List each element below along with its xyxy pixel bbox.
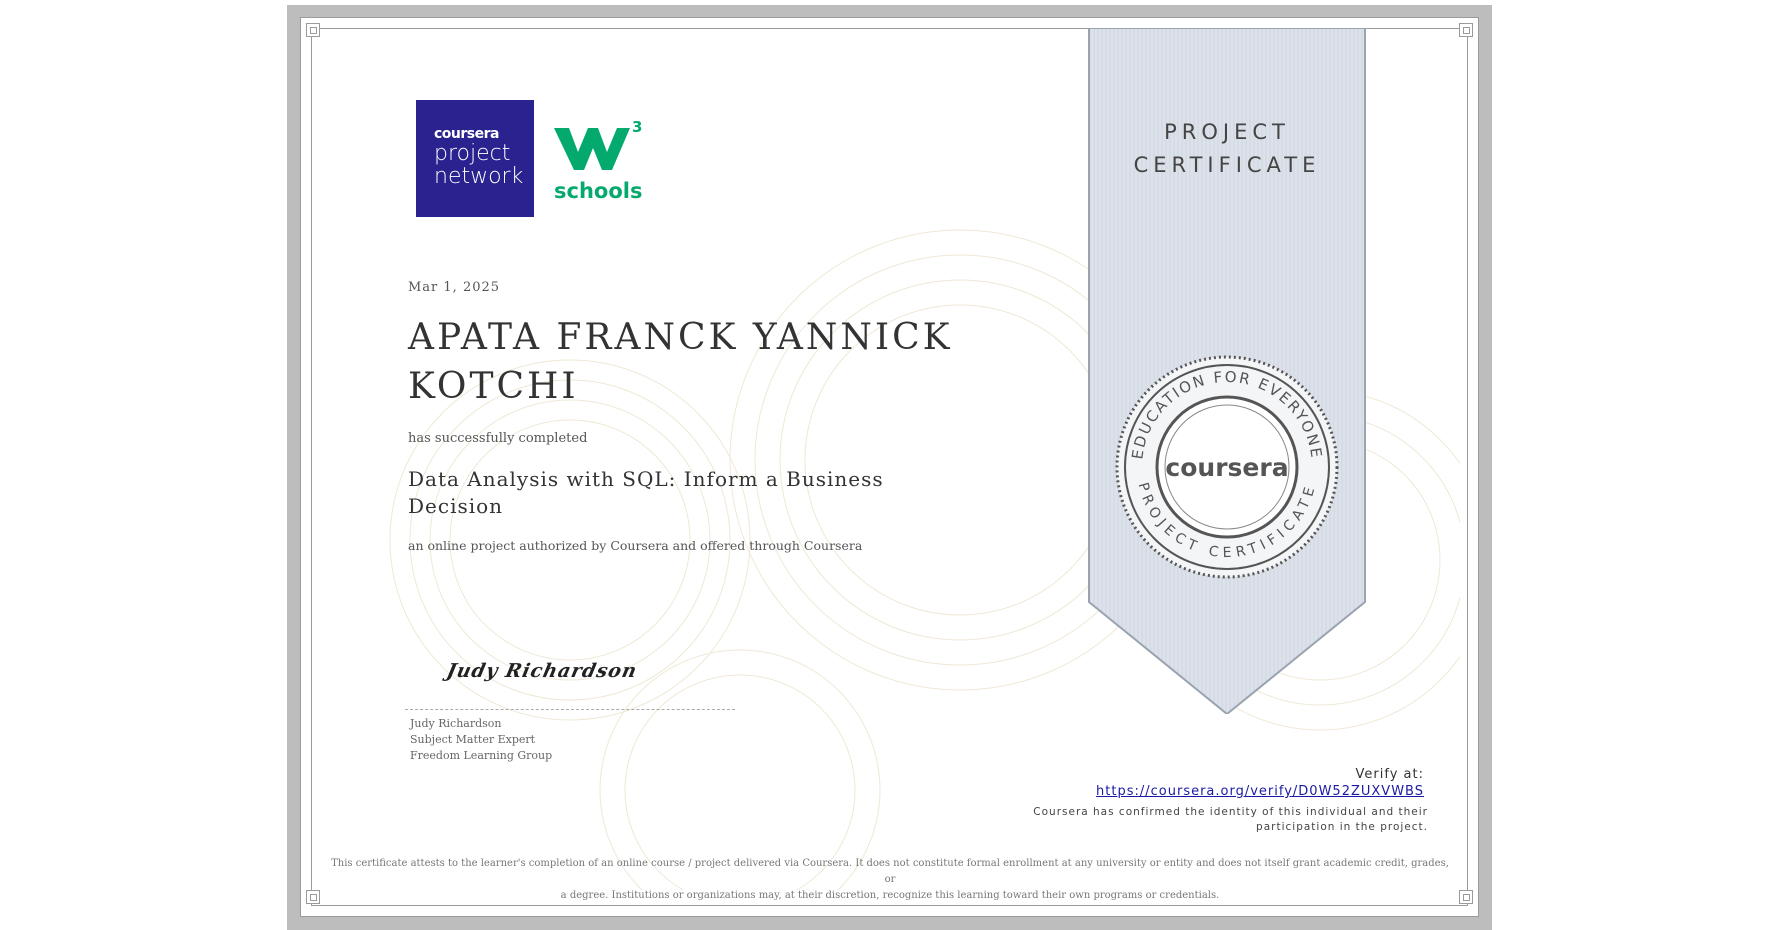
- verify-label: Verify at:: [1355, 767, 1424, 782]
- course-title-line-1: Data Analysis with SQL: Inform a Busines…: [408, 467, 884, 491]
- recipient-name: APATA FRANCK YANNICK KOTCHI: [408, 313, 968, 411]
- ribbon-title-line-2: CERTIFICATE: [1133, 153, 1321, 177]
- project-certificate-heading: PROJECT CERTIFICATE: [1088, 116, 1366, 182]
- verify-block: Verify at: https://coursera.org/verify/D…: [1096, 767, 1424, 801]
- confirmation-line-1: Coursera has confirmed the identity of t…: [1033, 806, 1428, 818]
- disclaimer-line-2: a degree. Institutions or organizations …: [560, 890, 1220, 901]
- coursera-seal: EDUCATION FOR EVERYONE PROJECT CERTIFICA…: [1115, 355, 1339, 579]
- corner-ornament-bottom-right: [1459, 890, 1473, 904]
- corner-ornament-top-right: [1459, 23, 1473, 37]
- w3-schools-text: schools: [554, 179, 642, 203]
- corner-ornament-top-left: [306, 23, 320, 37]
- recipient-name-line-1: APATA FRANCK YANNICK: [408, 317, 953, 358]
- coursera-project-network-logo: coursera project network: [416, 100, 534, 217]
- identity-confirmation-text: Coursera has confirmed the identity of t…: [1028, 805, 1428, 835]
- confirmation-line-2: participation in the project.: [1256, 821, 1428, 833]
- disclaimer-line-1: This certificate attests to the learner'…: [331, 858, 1449, 885]
- coursera-logo-wordmark: coursera: [434, 126, 499, 142]
- offered-by-text: an online project authorized by Coursera…: [408, 538, 863, 553]
- logo-project-text: project: [434, 141, 511, 166]
- signature-image: Judy Richardson: [444, 660, 640, 682]
- signature-line: [405, 709, 735, 710]
- corner-ornament-bottom-left: [306, 890, 320, 904]
- ribbon-title-line-1: PROJECT: [1164, 120, 1290, 144]
- certificate-disclaimer: This certificate attests to the learner'…: [330, 856, 1450, 904]
- signer-organization: Freedom Learning Group: [410, 749, 553, 762]
- w3-glyph: [554, 128, 630, 170]
- signer-name: Judy Richardson: [410, 717, 502, 730]
- issue-date: Mar 1, 2025: [408, 280, 501, 295]
- recipient-name-line-2: KOTCHI: [408, 366, 579, 407]
- course-title: Data Analysis with SQL: Inform a Busines…: [408, 466, 928, 520]
- w3-superscript: 3: [632, 118, 642, 136]
- completed-text: has successfully completed: [408, 431, 588, 446]
- course-title-line-2: Decision: [408, 494, 504, 518]
- signer-block: Judy Richardson Subject Matter Expert Fr…: [410, 716, 552, 764]
- signer-title: Subject Matter Expert: [410, 733, 536, 746]
- verify-link[interactable]: https://coursera.org/verify/D0W52ZUXVWBS: [1096, 783, 1424, 801]
- w3schools-logo: 3 schools: [554, 118, 642, 203]
- logo-network-text: network: [434, 164, 524, 189]
- seal-coursera-wordmark: coursera: [1165, 453, 1288, 482]
